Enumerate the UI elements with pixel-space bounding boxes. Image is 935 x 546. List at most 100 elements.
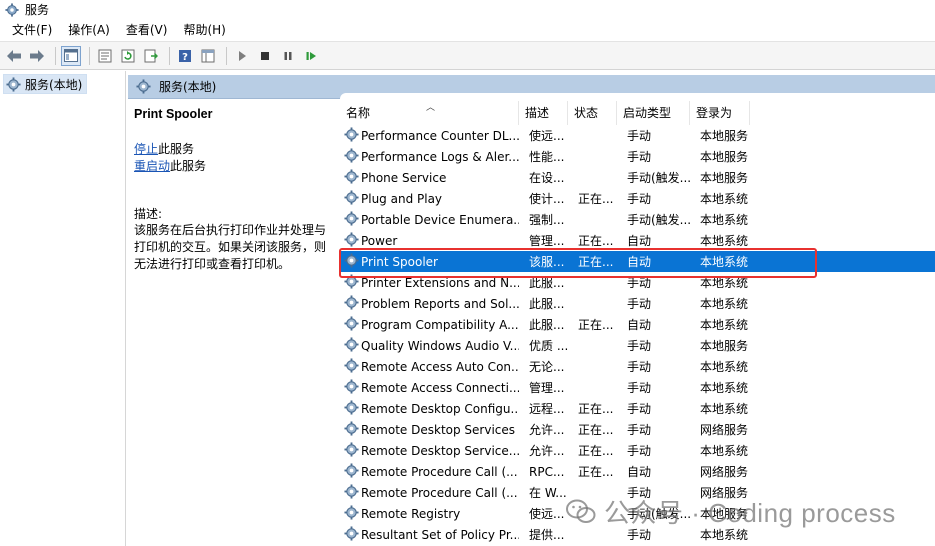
gear-icon <box>344 147 359 166</box>
service-row[interactable]: Portable Device Enumera... 强制... 手动(触发... 本… <box>340 209 935 230</box>
toolbar-separator <box>169 46 170 65</box>
service-name: Remote Registry <box>361 506 461 521</box>
service-description-cell: 管理... <box>529 234 565 248</box>
service-logon-cell: 本地服务 <box>700 129 749 143</box>
gear-icon <box>344 231 359 250</box>
pause-service-button[interactable] <box>278 46 298 66</box>
toolbar-separator <box>89 46 90 65</box>
service-logon-cell: 网络服务 <box>700 486 749 500</box>
show-hide-tree-button[interactable] <box>61 45 81 66</box>
gear-icon <box>344 210 359 229</box>
gear-icon <box>344 504 359 523</box>
menu-help[interactable]: 帮助(H) <box>175 19 233 41</box>
service-name: Plug and Play <box>361 191 443 206</box>
menu-view[interactable]: 查看(V) <box>118 19 176 41</box>
service-startup-cell: 手动 <box>627 297 652 311</box>
service-row[interactable]: Performance Logs & Aler... 性能... 手动 本地服务 <box>340 146 935 167</box>
help-button[interactable]: ? <box>175 46 195 66</box>
service-name: Printer Extensions and N... <box>361 275 519 290</box>
stop-service-link[interactable]: 停止 <box>134 142 158 156</box>
services-pane: 服务(本地) Print Spooler 停止此服务 重启动此服务 描述: 该服… <box>128 71 935 546</box>
service-row[interactable]: Quality Windows Audio V... 优质 ... 手动 本地服务 <box>340 335 935 356</box>
service-startup-cell: 手动(触发... <box>627 171 692 185</box>
play-icon <box>239 50 246 61</box>
gear-icon <box>344 483 359 502</box>
gear-icon <box>6 76 21 92</box>
service-row[interactable]: Remote Access Connecti... 管理... 手动 本地系统 <box>340 377 935 398</box>
menu-bar: 文件(F) 操作(A) 查看(V) 帮助(H) <box>0 19 935 41</box>
service-description-cell: 提供... <box>529 528 565 542</box>
service-name: Program Compatibility A... <box>361 317 519 332</box>
service-action-links: 停止此服务 重启动此服务 <box>134 141 334 175</box>
forward-button[interactable] <box>27 46 47 66</box>
service-logon-cell: 本地系统 <box>700 255 749 269</box>
service-row[interactable]: Performance Counter DL... 使远... 手动 本地服务 <box>340 125 935 146</box>
service-startup-cell: 手动 <box>627 381 652 395</box>
service-row[interactable]: Remote Desktop Configu... 远程... 正在... 手动 本地系… <box>340 398 935 419</box>
menu-file[interactable]: 文件(F) <box>4 19 60 41</box>
service-row[interactable]: Plug and Play 使计... 正在... 手动 本地系统 <box>340 188 935 209</box>
gear-icon <box>344 315 359 334</box>
service-startup-cell: 手动 <box>627 276 652 290</box>
gear-icon <box>344 189 359 208</box>
start-service-button[interactable] <box>232 46 252 66</box>
column-header-description[interactable]: 描述 <box>519 101 568 125</box>
restart-service-link[interactable]: 重启动 <box>134 159 170 173</box>
service-row[interactable]: Remote Desktop Services 允许... 正在... 手动 网络服务 <box>340 419 935 440</box>
service-startup-cell: 手动 <box>627 486 652 500</box>
service-name-cell: Remote Access Auto Con... <box>340 357 526 376</box>
service-row[interactable]: Remote Access Auto Con... 无论... 手动 本地系统 <box>340 356 935 377</box>
service-name-cell: Power <box>340 231 526 250</box>
back-button[interactable] <box>4 46 24 66</box>
service-logon-cell: 本地系统 <box>700 297 749 311</box>
gear-icon <box>344 336 359 355</box>
properties-button[interactable] <box>95 46 115 66</box>
stop-link-suffix: 此服务 <box>158 142 195 156</box>
stop-service-button[interactable] <box>255 46 275 66</box>
pane-header-title: 服务(本地) <box>159 80 217 94</box>
export-list-button[interactable] <box>141 46 161 66</box>
service-name: Print Spooler <box>361 254 438 269</box>
service-status-cell: 正在... <box>578 234 614 248</box>
service-row[interactable]: Resultant Set of Policy Pr... 提供... 手动 本地系统 <box>340 524 935 545</box>
service-row[interactable]: Remote Procedure Call (... RPC... 正在... 自动 网… <box>340 461 935 482</box>
service-row[interactable]: Problem Reports and Sol... 此服... 手动 本地系统 <box>340 293 935 314</box>
menu-action[interactable]: 操作(A) <box>60 19 118 41</box>
service-logon-cell: 本地系统 <box>700 213 749 227</box>
service-description-cell: 使远... <box>529 507 565 521</box>
service-row[interactable]: Remote Desktop Service... 允许... 正在... 手动 本地系… <box>340 440 935 461</box>
service-description-cell: 使计... <box>529 192 565 206</box>
gear-icon <box>344 294 359 313</box>
service-description-cell: 管理... <box>529 381 565 395</box>
column-header-startup-type[interactable]: 启动类型 <box>617 101 690 125</box>
service-name-cell: Remote Registry <box>340 504 526 523</box>
service-name-cell: Remote Procedure Call (... <box>340 462 526 481</box>
service-description-cell: 此服... <box>529 318 565 332</box>
service-name: Portable Device Enumera... <box>361 212 519 227</box>
service-logon-cell: 本地系统 <box>700 276 749 290</box>
service-row[interactable]: Phone Service 在设... 手动(触发... 本地服务 <box>340 167 935 188</box>
column-header-name[interactable]: ︿ 名称 <box>340 101 519 125</box>
service-status-cell: 正在... <box>578 192 614 206</box>
view-button[interactable] <box>198 46 218 66</box>
service-row[interactable]: Remote Registry 使远... 手动(触发... 本地服务 <box>340 503 935 524</box>
export-icon <box>144 49 158 62</box>
column-header-log-on-as[interactable]: 登录为 <box>690 101 750 125</box>
service-logon-cell: 本地系统 <box>700 402 749 416</box>
restart-service-button[interactable] <box>301 46 321 66</box>
service-name: Resultant Set of Policy Pr... <box>361 527 519 542</box>
service-row[interactable]: Program Compatibility A... 此服... 正在... 自动 本地… <box>340 314 935 335</box>
service-row[interactable]: Printer Extensions and N... 此服... 手动 本地系统 <box>340 272 935 293</box>
tree-item-label: 服务(本地) <box>25 77 83 92</box>
service-row[interactable]: Power 管理... 正在... 自动 本地系统 <box>340 230 935 251</box>
service-row[interactable]: Remote Procedure Call (... 在 W... 手动 网络服务 <box>340 482 935 503</box>
service-name: Remote Access Auto Con... <box>361 359 519 374</box>
service-name: Phone Service <box>361 170 447 185</box>
refresh-button[interactable] <box>118 46 138 66</box>
service-logon-cell: 本地服务 <box>700 150 749 164</box>
service-description-cell: 优质 ... <box>529 339 569 353</box>
service-row[interactable]: Print Spooler 该服... 正在... 自动 本地系统 <box>340 251 935 272</box>
tree-item-services-local[interactable]: 服务(本地) <box>3 74 88 94</box>
column-header-status[interactable]: 状态 <box>568 101 617 125</box>
service-description-cell: 此服... <box>529 297 565 311</box>
